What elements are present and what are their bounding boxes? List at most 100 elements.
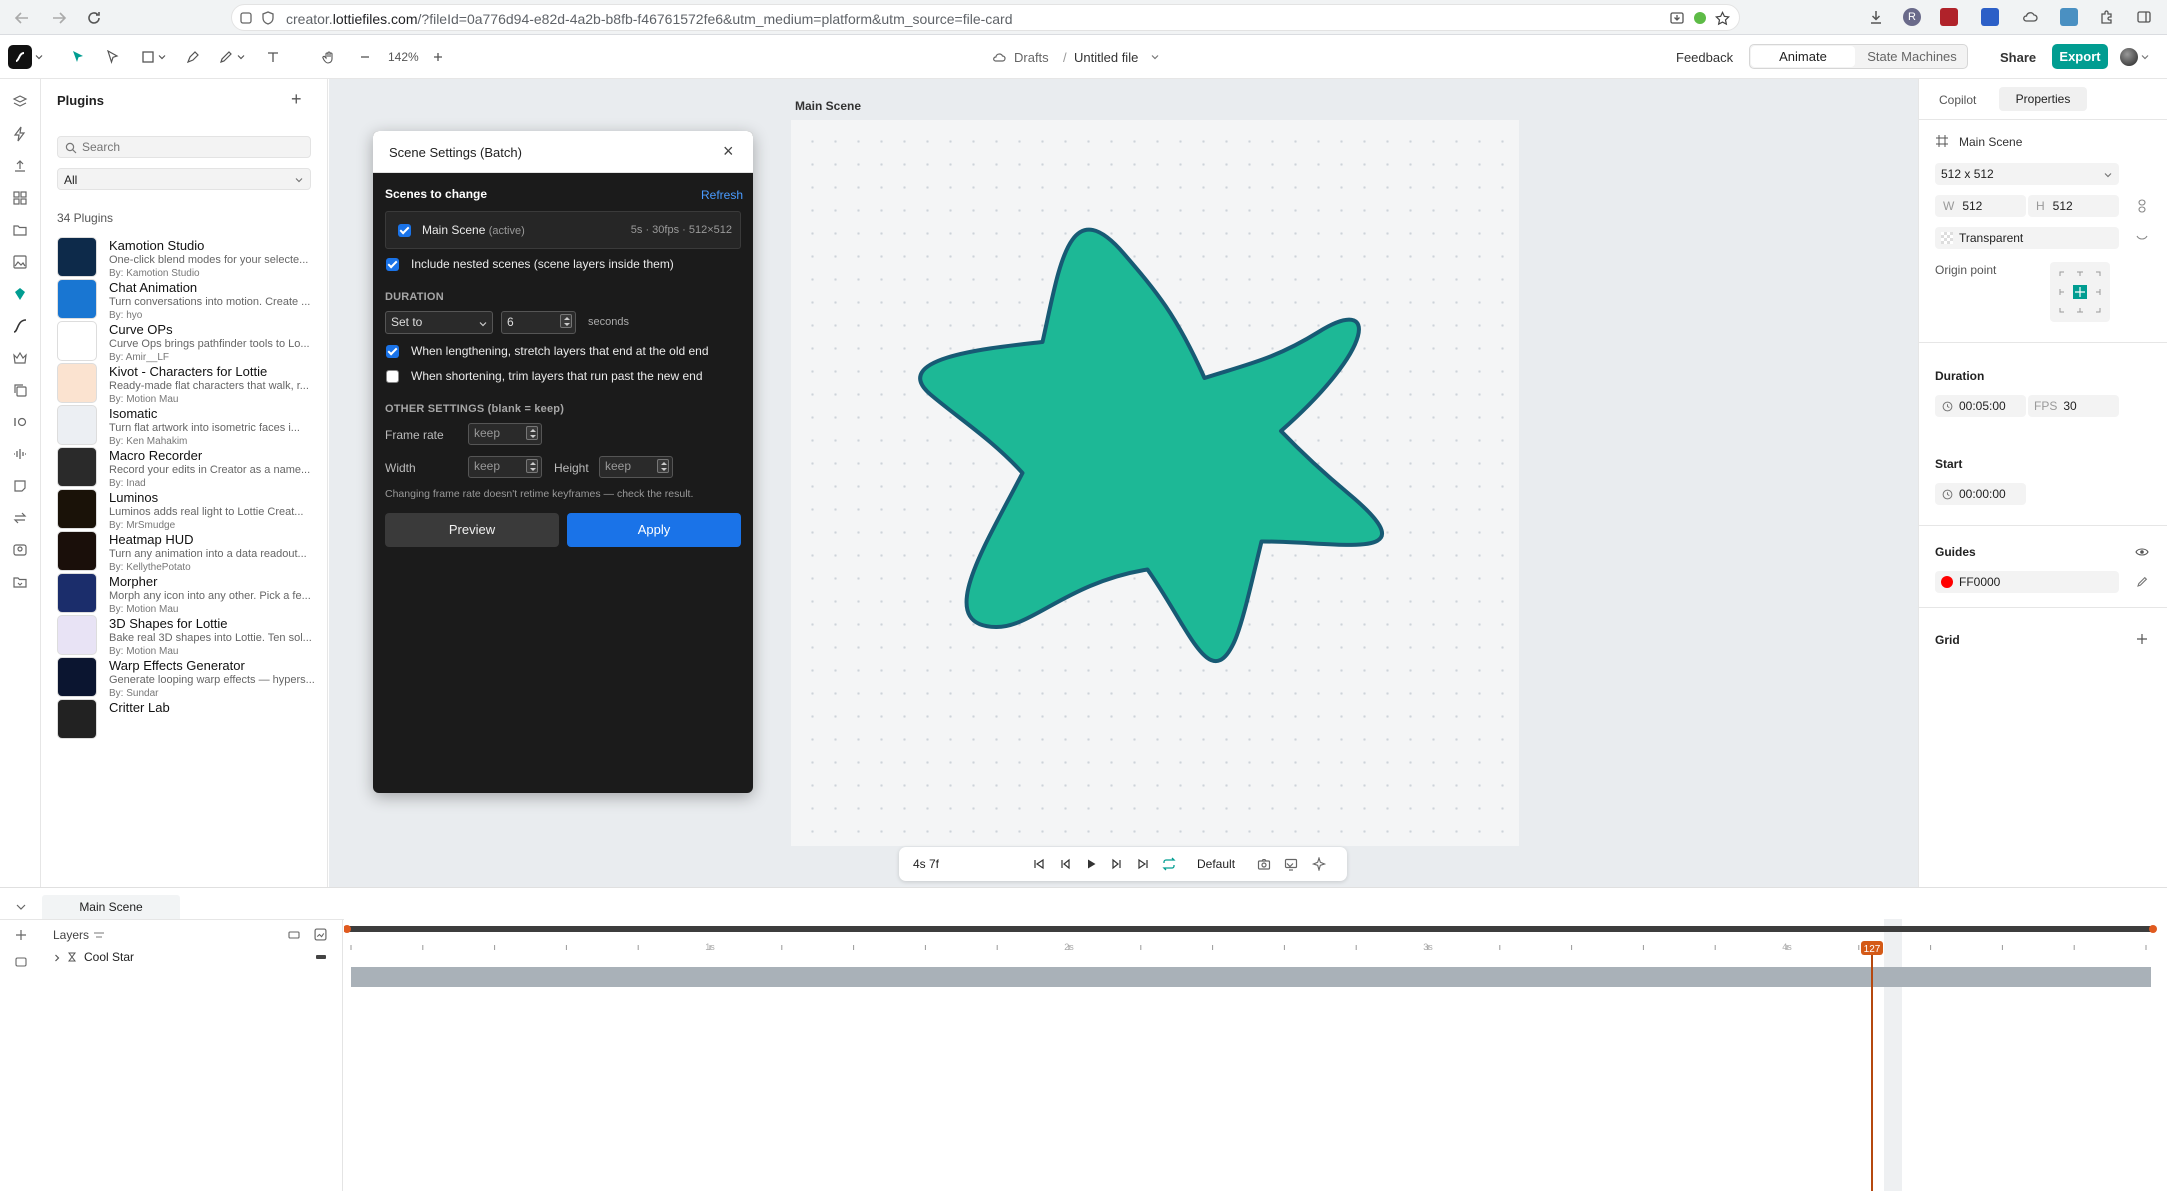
extension-bitwarden-icon[interactable] (1981, 8, 1999, 26)
pencil-tool-icon[interactable] (216, 47, 236, 67)
guide-color-field[interactable]: FF0000 (1935, 571, 2119, 593)
add-layer-plus-icon[interactable] (14, 928, 28, 942)
feedback-button[interactable]: Feedback (1676, 50, 1733, 65)
user-menu-chevron-icon[interactable] (2140, 52, 2150, 62)
include-nested-checkbox[interactable] (386, 258, 399, 271)
crown-icon[interactable] (11, 349, 29, 367)
file-menu-chevron-icon[interactable] (1150, 52, 1160, 62)
scene-checkbox[interactable] (398, 224, 411, 237)
plugin-filter-select[interactable]: All (57, 168, 311, 190)
export-button[interactable]: Export (2052, 44, 2108, 69)
zoom-out-icon[interactable] (355, 47, 375, 67)
timeline-tab-main-scene[interactable]: Main Scene (42, 895, 180, 919)
current-time[interactable]: 4s 7f (913, 857, 939, 871)
duration-stepper[interactable] (560, 314, 572, 328)
scene-row[interactable]: Main Scene (active) 5s · 30fps · 512×512 (385, 211, 741, 249)
origin-picker[interactable] (2050, 262, 2110, 322)
timeline-ruler[interactable]: 1s 2s 3s 4s 127 (344, 919, 2167, 1191)
copy-icon[interactable] (11, 381, 29, 399)
forward-icon[interactable] (50, 9, 68, 27)
sparkle-icon[interactable] (1311, 856, 1327, 872)
cloud-extension-icon[interactable] (2021, 8, 2039, 26)
node-tool-icon[interactable] (103, 47, 123, 67)
state-machines-mode-tab[interactable]: State Machines (1858, 46, 1966, 67)
profile-avatar-icon[interactable]: R (1903, 8, 1921, 26)
loop-icon[interactable] (1161, 856, 1177, 872)
waveform-icon[interactable] (11, 445, 29, 463)
image-icon[interactable] (11, 253, 29, 271)
background-field[interactable]: Transparent (1935, 227, 2119, 249)
previous-frame-icon[interactable] (1057, 856, 1073, 872)
zoom-in-icon[interactable] (428, 47, 448, 67)
extension-icon[interactable] (1692, 10, 1708, 26)
height-input[interactable]: keep (599, 456, 673, 478)
duration-value-input[interactable]: 6 (501, 311, 576, 334)
height-stepper[interactable] (657, 459, 669, 473)
skip-to-end-icon[interactable] (1135, 856, 1151, 872)
play-icon[interactable] (1083, 856, 1099, 872)
plugin-item[interactable]: Critter Lab (57, 699, 315, 751)
select-tool-icon[interactable] (68, 47, 88, 67)
text-tool-icon[interactable] (263, 47, 283, 67)
pen-tool-icon[interactable] (183, 47, 203, 67)
link-aspect-icon[interactable] (2135, 199, 2149, 213)
bookmark-star-icon[interactable] (1714, 10, 1730, 26)
people-icon[interactable] (11, 541, 29, 559)
preview-button[interactable]: Preview (385, 513, 559, 547)
skip-to-start-icon[interactable] (1031, 856, 1047, 872)
trim-checkbox[interactable] (386, 370, 399, 383)
work-area-bar[interactable] (345, 926, 2153, 932)
expand-chevron-icon[interactable] (52, 953, 62, 963)
next-frame-icon[interactable] (1109, 856, 1125, 872)
close-icon[interactable]: × (723, 141, 734, 162)
upload-icon[interactable] (11, 157, 29, 175)
timeline-tracks[interactable]: 1s 2s 3s 4s 127 (344, 919, 2167, 1191)
tab-properties[interactable]: Properties (1999, 87, 2087, 111)
animate-mode-tab[interactable]: Animate (1751, 46, 1855, 67)
extensions-puzzle-icon[interactable] (2098, 8, 2116, 26)
edit-pencil-icon[interactable] (2135, 575, 2149, 589)
menu-chevron-icon[interactable] (34, 47, 44, 67)
present-icon[interactable] (1283, 856, 1299, 872)
duration-field[interactable]: 00:05:00 (1935, 395, 2026, 417)
lightning-icon[interactable] (11, 125, 29, 143)
refresh-link[interactable]: Refresh (701, 188, 743, 202)
add-grid-plus-icon[interactable] (2135, 632, 2149, 646)
layer-name[interactable]: Cool Star (84, 950, 134, 964)
back-icon[interactable] (13, 9, 31, 27)
start-field[interactable]: 00:00:00 (1935, 483, 2026, 505)
fps-field[interactable]: FPS 30 (2028, 395, 2119, 417)
guide-color-swatch[interactable] (1941, 576, 1953, 588)
width-stepper[interactable] (526, 459, 538, 473)
plugin-search[interactable] (57, 136, 311, 158)
frame-rate-stepper[interactable] (526, 426, 538, 440)
artboard[interactable] (791, 120, 1519, 846)
layer-lock-icon[interactable] (287, 928, 301, 942)
motion-path-icon[interactable] (11, 317, 29, 335)
filter-icon[interactable] (93, 930, 105, 940)
star-fill[interactable] (918, 227, 1384, 663)
hand-tool-icon[interactable] (319, 47, 339, 67)
breadcrumb-drafts[interactable]: Drafts (1014, 50, 1049, 65)
lottie-logo-icon[interactable] (8, 45, 32, 69)
asset-folder-icon[interactable] (11, 573, 29, 591)
background-toggle-icon[interactable] (2135, 231, 2149, 245)
camera-icon[interactable] (1256, 856, 1272, 872)
search-input[interactable] (82, 140, 302, 154)
note-icon[interactable] (11, 477, 29, 495)
apply-button[interactable]: Apply (567, 513, 741, 547)
work-area-end-handle[interactable] (2149, 925, 2157, 933)
zoom-level[interactable]: 142% (388, 50, 419, 64)
tab-copilot[interactable]: Copilot (1939, 93, 1976, 107)
stretch-checkbox[interactable] (386, 345, 399, 358)
shape-tool-chevron-icon[interactable] (157, 47, 167, 67)
layer-bar-cool-star[interactable] (351, 967, 2151, 987)
io-icon[interactable] (11, 413, 29, 431)
width-input[interactable]: keep (468, 456, 542, 478)
add-plugin-plus-icon[interactable]: + (291, 89, 302, 110)
side-panel-icon[interactable] (2135, 8, 2153, 26)
folder-icon[interactable] (11, 221, 29, 239)
file-name[interactable]: Untitled file (1074, 50, 1138, 65)
extension-chart-icon[interactable] (2060, 8, 2078, 26)
plugins-icon[interactable] (11, 285, 29, 303)
